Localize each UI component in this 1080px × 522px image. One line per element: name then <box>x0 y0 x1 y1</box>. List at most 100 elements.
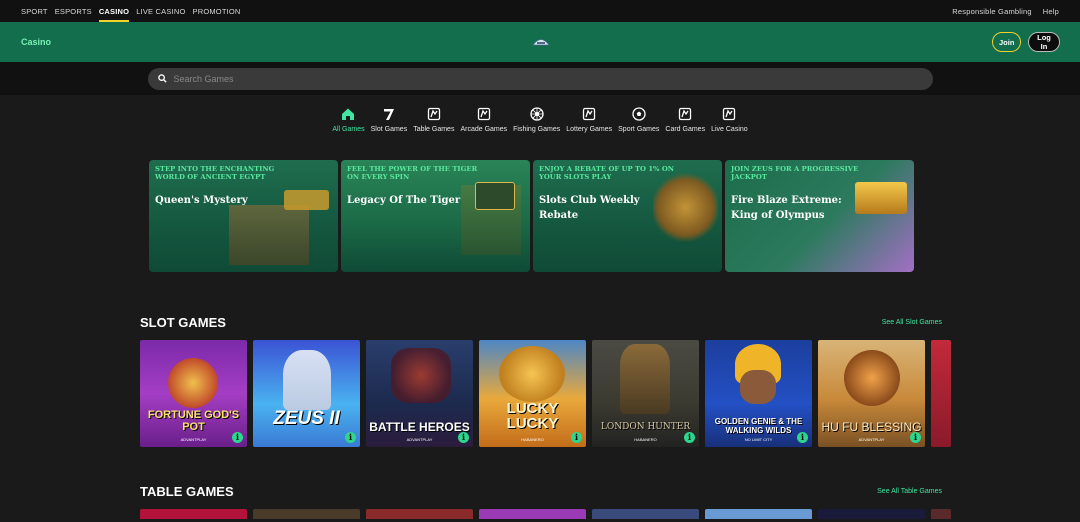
banner-title: Queen's Mystery <box>155 195 248 206</box>
promo-banners: Step into the enchanting world of Ancien… <box>0 160 1080 272</box>
game-title: FORTUNE GOD'S POT <box>147 409 240 433</box>
game-tile[interactable]: HU FU BLESSING ADVANTPLAY i <box>818 340 925 447</box>
nav-sport[interactable]: SPORT <box>21 0 48 22</box>
category-card-games[interactable]: Card Games <box>662 107 708 149</box>
promo-banner[interactable]: Feel the power of the Tiger on every spi… <box>341 160 530 272</box>
info-icon[interactable]: i <box>345 432 356 443</box>
top-navigation: SPORT ESPORTS CASINO LIVE CASINO PROMOTI… <box>0 0 1080 22</box>
category-fishing-games[interactable]: Fishing Games <box>510 107 563 149</box>
category-label: Lottery Games <box>566 126 613 133</box>
cards-icon <box>427 107 440 121</box>
game-title: GOLDEN GENIE & THE WALKING WILDS <box>714 417 803 435</box>
game-tile[interactable] <box>931 340 951 447</box>
login-button[interactable]: Log In <box>1028 32 1060 52</box>
info-icon[interactable]: i <box>684 432 695 443</box>
game-provider: ADVANTPLAY <box>858 437 885 442</box>
category-label: Arcade Games <box>460 126 508 133</box>
game-title: LONDON HUNTER <box>600 422 691 432</box>
section-title: SLOT GAMES <box>140 315 226 330</box>
game-provider: ADVANTPLAY <box>180 437 207 442</box>
see-all-table-games-link[interactable]: See All Table Games <box>877 488 942 495</box>
category-sport-games[interactable]: Sport Games <box>615 107 662 149</box>
page-title: Casino <box>21 37 52 47</box>
game-tile[interactable] <box>366 509 473 519</box>
cards-icon <box>723 107 736 121</box>
nav-promotion[interactable]: PROMOTION <box>193 0 241 22</box>
section-title: TABLE GAMES <box>140 484 234 499</box>
wheel-icon <box>530 107 544 121</box>
search-input[interactable] <box>173 73 874 84</box>
game-tile[interactable]: BATTLE HEROES ADVANTPLAY i <box>366 340 473 447</box>
game-provider: HABANERO <box>634 437 657 442</box>
brand-logo[interactable] <box>532 36 550 47</box>
top-nav-right: Responsible Gambling Help <box>952 7 1059 16</box>
game-provider: NO LIMIT CITY <box>744 437 773 442</box>
nav-esports[interactable]: ESPORTS <box>55 0 92 22</box>
category-live-casino[interactable]: Live Casino <box>708 107 751 149</box>
game-title: BATTLE HEROES <box>369 420 470 434</box>
info-icon[interactable]: i <box>458 432 469 443</box>
top-nav-left: SPORT ESPORTS CASINO LIVE CASINO PROMOTI… <box>21 0 241 22</box>
table-games-row <box>0 509 1080 519</box>
promo-banner[interactable]: Enjoy a rebate of up to 1% on your slots… <box>533 160 722 272</box>
banner-tag: Join Zeus for a progressive jackpot <box>731 165 859 181</box>
responsible-gambling-link[interactable]: Responsible Gambling <box>952 7 1031 16</box>
game-tile[interactable] <box>140 509 247 519</box>
banner-tag: Step into the enchanting world of Ancien… <box>155 165 275 181</box>
home-icon <box>342 108 355 120</box>
table-games-header: TABLE GAMES See All Table Games <box>0 484 1080 499</box>
category-lottery-games[interactable]: Lottery Games <box>563 107 615 149</box>
seven-icon <box>383 109 394 120</box>
game-tile[interactable]: ZEUS II i <box>253 340 360 447</box>
search-bar-container <box>0 62 1080 95</box>
category-label: Sport Games <box>618 126 660 133</box>
game-title: LUCKY LUCKY <box>506 400 559 432</box>
cards-icon <box>477 107 490 121</box>
category-label: Slot Games <box>370 126 408 133</box>
game-title: HU FU BLESSING <box>821 420 922 434</box>
info-icon[interactable]: i <box>571 432 582 443</box>
game-tile[interactable] <box>931 509 951 519</box>
info-icon[interactable]: i <box>910 432 921 443</box>
nav-live-casino[interactable]: LIVE CASINO <box>136 0 185 22</box>
game-tile[interactable]: FORTUNE GOD'S POT ADVANTPLAY i <box>140 340 247 447</box>
game-tile[interactable] <box>592 509 699 519</box>
casino-header: Casino Join Log In <box>0 22 1080 62</box>
see-all-slot-games-link[interactable]: See All Slot Games <box>882 319 942 326</box>
banner-tag: Enjoy a rebate of up to 1% on your slots… <box>539 165 675 181</box>
game-tile[interactable] <box>479 509 586 519</box>
game-provider: ADVANTPLAY <box>406 437 433 442</box>
help-link[interactable]: Help <box>1043 7 1059 16</box>
header-actions: Join Log In <box>992 32 1060 52</box>
game-tile[interactable] <box>818 509 925 519</box>
join-button[interactable]: Join <box>992 32 1021 52</box>
category-all-games[interactable]: All Games <box>329 107 367 149</box>
info-icon[interactable]: i <box>232 432 243 443</box>
category-arcade-games[interactable]: Arcade Games <box>457 107 510 149</box>
promo-banner[interactable]: Join Zeus for a progressive jackpot Fire… <box>725 160 914 272</box>
category-label: Live Casino <box>711 126 748 133</box>
game-tile[interactable] <box>705 509 812 519</box>
slot-games-row: FORTUNE GOD'S POT ADVANTPLAY i ZEUS II i… <box>0 340 1080 447</box>
nav-casino[interactable]: CASINO <box>98 0 130 22</box>
game-tile[interactable]: GOLDEN GENIE & THE WALKING WILDS NO LIMI… <box>705 340 812 447</box>
category-label: Table Games <box>413 126 455 133</box>
banner-title: Fire Blaze Extreme: King of Olympus <box>731 195 842 221</box>
search-box[interactable] <box>147 67 933 90</box>
game-tile[interactable] <box>253 509 360 519</box>
category-label: Card Games <box>665 126 706 133</box>
game-provider: HABANERO <box>521 437 544 442</box>
cards-icon <box>583 107 596 121</box>
ball-icon <box>632 107 646 121</box>
game-title: ZEUS II <box>273 408 340 429</box>
game-tile[interactable]: LUCKY LUCKY HABANERO i <box>479 340 586 447</box>
banner-title: Slots Club Weekly Rebate <box>539 195 640 221</box>
category-slot-games[interactable]: Slot Games <box>368 107 411 149</box>
info-icon[interactable]: i <box>797 432 808 443</box>
category-label: Fishing Games <box>513 126 561 133</box>
category-table-games[interactable]: Table Games <box>410 107 457 149</box>
promo-banner[interactable]: Step into the enchanting world of Ancien… <box>149 160 338 272</box>
search-icon <box>157 74 167 83</box>
slot-games-header: SLOT GAMES See All Slot Games <box>0 315 1080 330</box>
game-tile[interactable]: LONDON HUNTER HABANERO i <box>592 340 699 447</box>
